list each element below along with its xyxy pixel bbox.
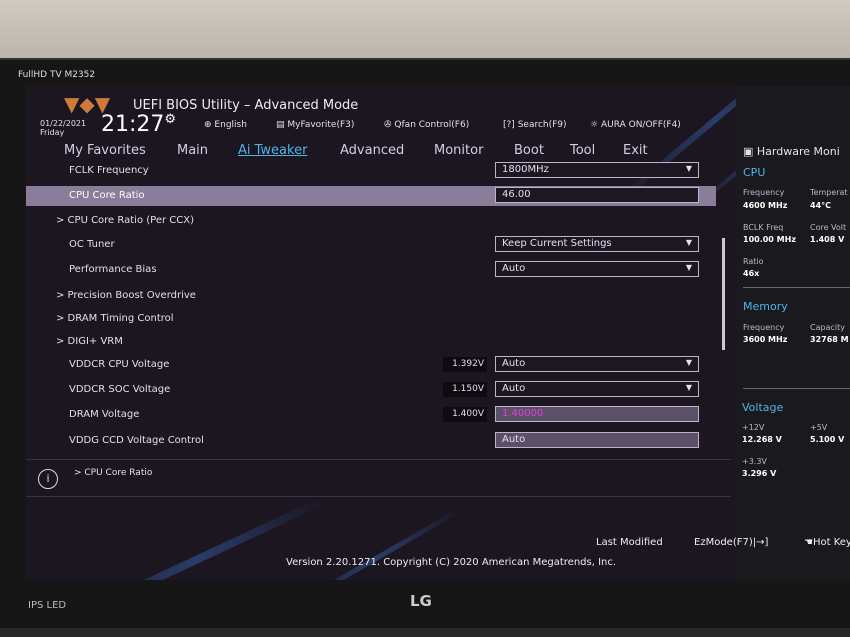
language-button[interactable]: ⊕ English: [204, 120, 247, 130]
dram-voltage-input[interactable]: 1.40000: [495, 406, 699, 422]
lg-logo: LG: [410, 592, 432, 610]
info-icon: i: [38, 469, 58, 489]
cpu-core-ratio-input[interactable]: 46.00: [495, 187, 699, 203]
qfan-button[interactable]: ✇ Qfan Control(F6): [384, 120, 469, 130]
setting-performance-bias[interactable]: Performance Bias Auto ▼: [26, 260, 716, 280]
chevron-down-icon: ▼: [685, 263, 692, 272]
last-modified-button[interactable]: Last Modified: [596, 537, 663, 548]
submenu-digi-vrm[interactable]: > DIGI+ VRM: [26, 332, 716, 352]
panel-label: IPS LED: [28, 600, 67, 611]
setting-vddcr-soc-voltage[interactable]: VDDCR SOC Voltage 1.150V Auto ▼: [26, 380, 716, 400]
scrollbar[interactable]: [722, 238, 725, 350]
version-text: Version 2.20.1271. Copyright (C) 2020 Am…: [286, 557, 617, 568]
search-button[interactable]: [?] Search(F9): [503, 120, 567, 130]
setting-vddcr-cpu-voltage[interactable]: VDDCR CPU Voltage 1.392V Auto ▼: [26, 355, 716, 375]
oc-tuner-select[interactable]: Keep Current Settings ▼: [495, 236, 699, 252]
submenu-precision-boost-overdrive[interactable]: > Precision Boost Overdrive: [26, 286, 716, 306]
monitor-icon: ▣: [743, 145, 754, 158]
fclk-select[interactable]: 1800MHz ▼: [495, 162, 699, 178]
help-icon: [?]: [503, 120, 515, 130]
info-text: > CPU Core Ratio: [74, 468, 153, 478]
ezmode-button[interactable]: EzMode(F7)|→]: [694, 537, 768, 548]
setting-fclk-frequency[interactable]: FCLK Frequency 1800MHz ▼: [26, 161, 716, 181]
setting-oc-tuner[interactable]: OC Tuner Keep Current Settings ▼: [26, 235, 716, 255]
hotkeys-button[interactable]: ☚Hot Keys: [804, 537, 850, 548]
tab-advanced[interactable]: Advanced: [340, 143, 404, 158]
hand-icon: ☚: [804, 537, 813, 548]
submenu-dram-timing-control[interactable]: > DRAM Timing Control: [26, 309, 716, 329]
chevron-down-icon: ▼: [685, 164, 692, 173]
clock: 21:27⚙: [101, 112, 177, 137]
vddcr-cpu-select[interactable]: Auto ▼: [495, 356, 699, 372]
tab-tool[interactable]: Tool: [570, 143, 595, 158]
tab-monitor[interactable]: Monitor: [434, 143, 483, 158]
tab-exit[interactable]: Exit: [623, 143, 648, 158]
tab-boot[interactable]: Boot: [514, 143, 544, 158]
chevron-down-icon: ▼: [685, 358, 692, 367]
vddg-ccd-input[interactable]: Auto: [495, 432, 699, 448]
hw-title: ▣ Hardware Moni: [743, 145, 840, 158]
vddcr-soc-select[interactable]: Auto ▼: [495, 381, 699, 397]
aura-icon: ☼: [590, 120, 599, 130]
favorite-icon: ▤: [276, 120, 285, 130]
tab-ai-tweaker[interactable]: Ai Tweaker: [238, 143, 307, 158]
fan-icon: ✇: [384, 120, 392, 130]
tab-main[interactable]: Main: [177, 143, 208, 158]
performance-bias-select[interactable]: Auto ▼: [495, 261, 699, 277]
gear-icon[interactable]: ⚙: [164, 112, 176, 127]
setting-vddg-ccd-voltage[interactable]: VDDG CCD Voltage Control Auto: [26, 431, 716, 451]
aura-button[interactable]: ☼ AURA ON/OFF(F4): [590, 120, 681, 130]
monitor-brand: FullHD TV M2352: [18, 70, 96, 80]
submenu-cpu-core-ratio-ccx[interactable]: > CPU Core Ratio (Per CCX): [26, 211, 716, 231]
bios-screen: ▼◆▼ UEFI BIOS Utility – Advanced Mode 01…: [26, 86, 850, 580]
tab-my-favorites[interactable]: My Favorites: [64, 143, 146, 158]
app-title: UEFI BIOS Utility – Advanced Mode: [133, 98, 359, 113]
setting-cpu-core-ratio[interactable]: CPU Core Ratio 46.00: [26, 186, 716, 206]
myfavorite-button[interactable]: ▤ MyFavorite(F3): [276, 120, 354, 130]
chevron-down-icon: ▼: [685, 238, 692, 247]
globe-icon: ⊕: [204, 120, 212, 130]
setting-dram-voltage[interactable]: DRAM Voltage 1.400V 1.40000: [26, 405, 716, 425]
date: 01/22/2021 Friday: [40, 119, 87, 137]
chevron-down-icon: ▼: [685, 383, 692, 392]
help-info-bar: i > CPU Core Ratio: [26, 459, 731, 497]
hardware-monitor-panel: ▣ Hardware Moni CPU Frequency 4600 MHz T…: [736, 86, 850, 580]
